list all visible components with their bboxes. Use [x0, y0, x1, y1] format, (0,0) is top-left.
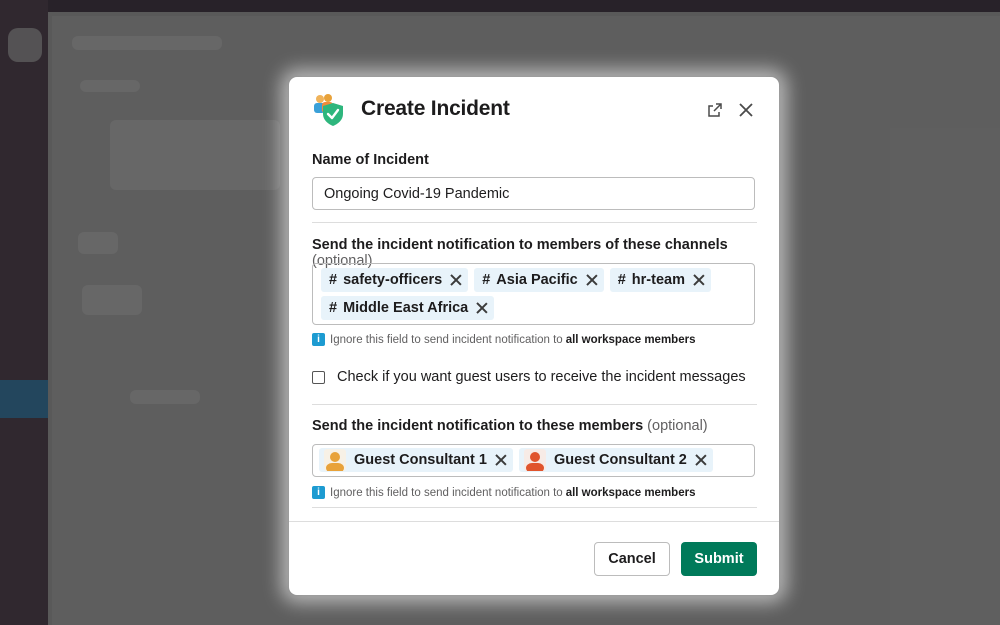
member-chip: Guest Consultant 1 [319, 448, 513, 472]
remove-chip-icon[interactable] [450, 274, 462, 286]
member-chip-label: Guest Consultant 2 [553, 452, 687, 468]
members-hint: i Ignore this field to send incident not… [312, 486, 695, 499]
info-icon: i [312, 333, 325, 346]
member-chip-label: Guest Consultant 1 [354, 452, 487, 468]
guest-checkbox[interactable] [312, 370, 325, 384]
channel-chip-label: safety-officers [343, 272, 443, 288]
hash-icon: # [329, 272, 338, 288]
members-multi-select[interactable]: Guest Consultant 1 Guest Consultant 2 [312, 444, 755, 477]
remove-chip-icon[interactable] [693, 274, 705, 286]
cancel-button[interactable]: Cancel [594, 542, 670, 576]
channels-multi-select[interactable]: # safety-officers # Asia Pacific # hr-te… [312, 263, 755, 325]
hint-bold-text: all workspace members [565, 333, 696, 346]
member-chip: Guest Consultant 2 [518, 448, 713, 472]
guest-checkbox-label[interactable]: Check if you want guest users to receive… [337, 369, 746, 385]
info-icon: i [312, 486, 325, 499]
avatar-icon [523, 449, 546, 471]
divider [312, 404, 757, 405]
guest-checkbox-row[interactable]: Check if you want guest users to receive… [312, 369, 746, 385]
footer-divider [289, 521, 779, 522]
channel-chip: # hr-team [609, 268, 711, 292]
remove-chip-icon[interactable] [695, 454, 707, 466]
submit-button[interactable]: Submit [681, 542, 757, 576]
hash-icon: # [329, 300, 338, 316]
divider [312, 507, 757, 508]
channel-chip-label: hr-team [631, 272, 685, 288]
close-icon[interactable] [735, 99, 757, 121]
channels-hint: i Ignore this field to send incident not… [312, 333, 695, 346]
incident-name-input[interactable]: Ongoing Covid-19 Pandemic [312, 177, 755, 210]
create-incident-dialog: Create Incident Name of Incident Ongoing… [289, 77, 779, 595]
channel-chip: # Asia Pacific [474, 268, 604, 292]
incident-name-value: Ongoing Covid-19 Pandemic [324, 185, 510, 202]
hash-icon: # [617, 272, 626, 288]
avatar-icon [324, 449, 346, 471]
channel-chip-label: Asia Pacific [496, 272, 578, 288]
incident-app-logo-icon [311, 91, 347, 127]
members-optional-text: (optional) [647, 418, 708, 434]
members-label: Send the incident notification to these … [312, 418, 708, 434]
remove-chip-icon[interactable] [495, 454, 507, 466]
external-link-icon[interactable] [704, 99, 726, 121]
members-label-text: Send the incident notification to these … [312, 418, 644, 434]
channel-chip: # Middle East Africa [321, 296, 495, 320]
remove-chip-icon[interactable] [476, 302, 488, 314]
divider [312, 222, 757, 223]
hint-text: Ignore this field to send incident notif… [330, 486, 563, 499]
hint-text: Ignore this field to send incident notif… [330, 333, 563, 346]
channel-chip: # safety-officers [321, 268, 469, 292]
remove-chip-icon[interactable] [586, 274, 598, 286]
channel-chip-label: Middle East Africa [343, 300, 469, 316]
hash-icon: # [482, 272, 491, 288]
dialog-title: Create Incident [361, 97, 510, 120]
incident-name-label: Name of Incident [312, 152, 429, 168]
channels-label-text: Send the incident notification to member… [312, 237, 728, 253]
dialog-header: Create Incident [289, 77, 779, 141]
hint-bold-text: all workspace members [565, 486, 696, 499]
